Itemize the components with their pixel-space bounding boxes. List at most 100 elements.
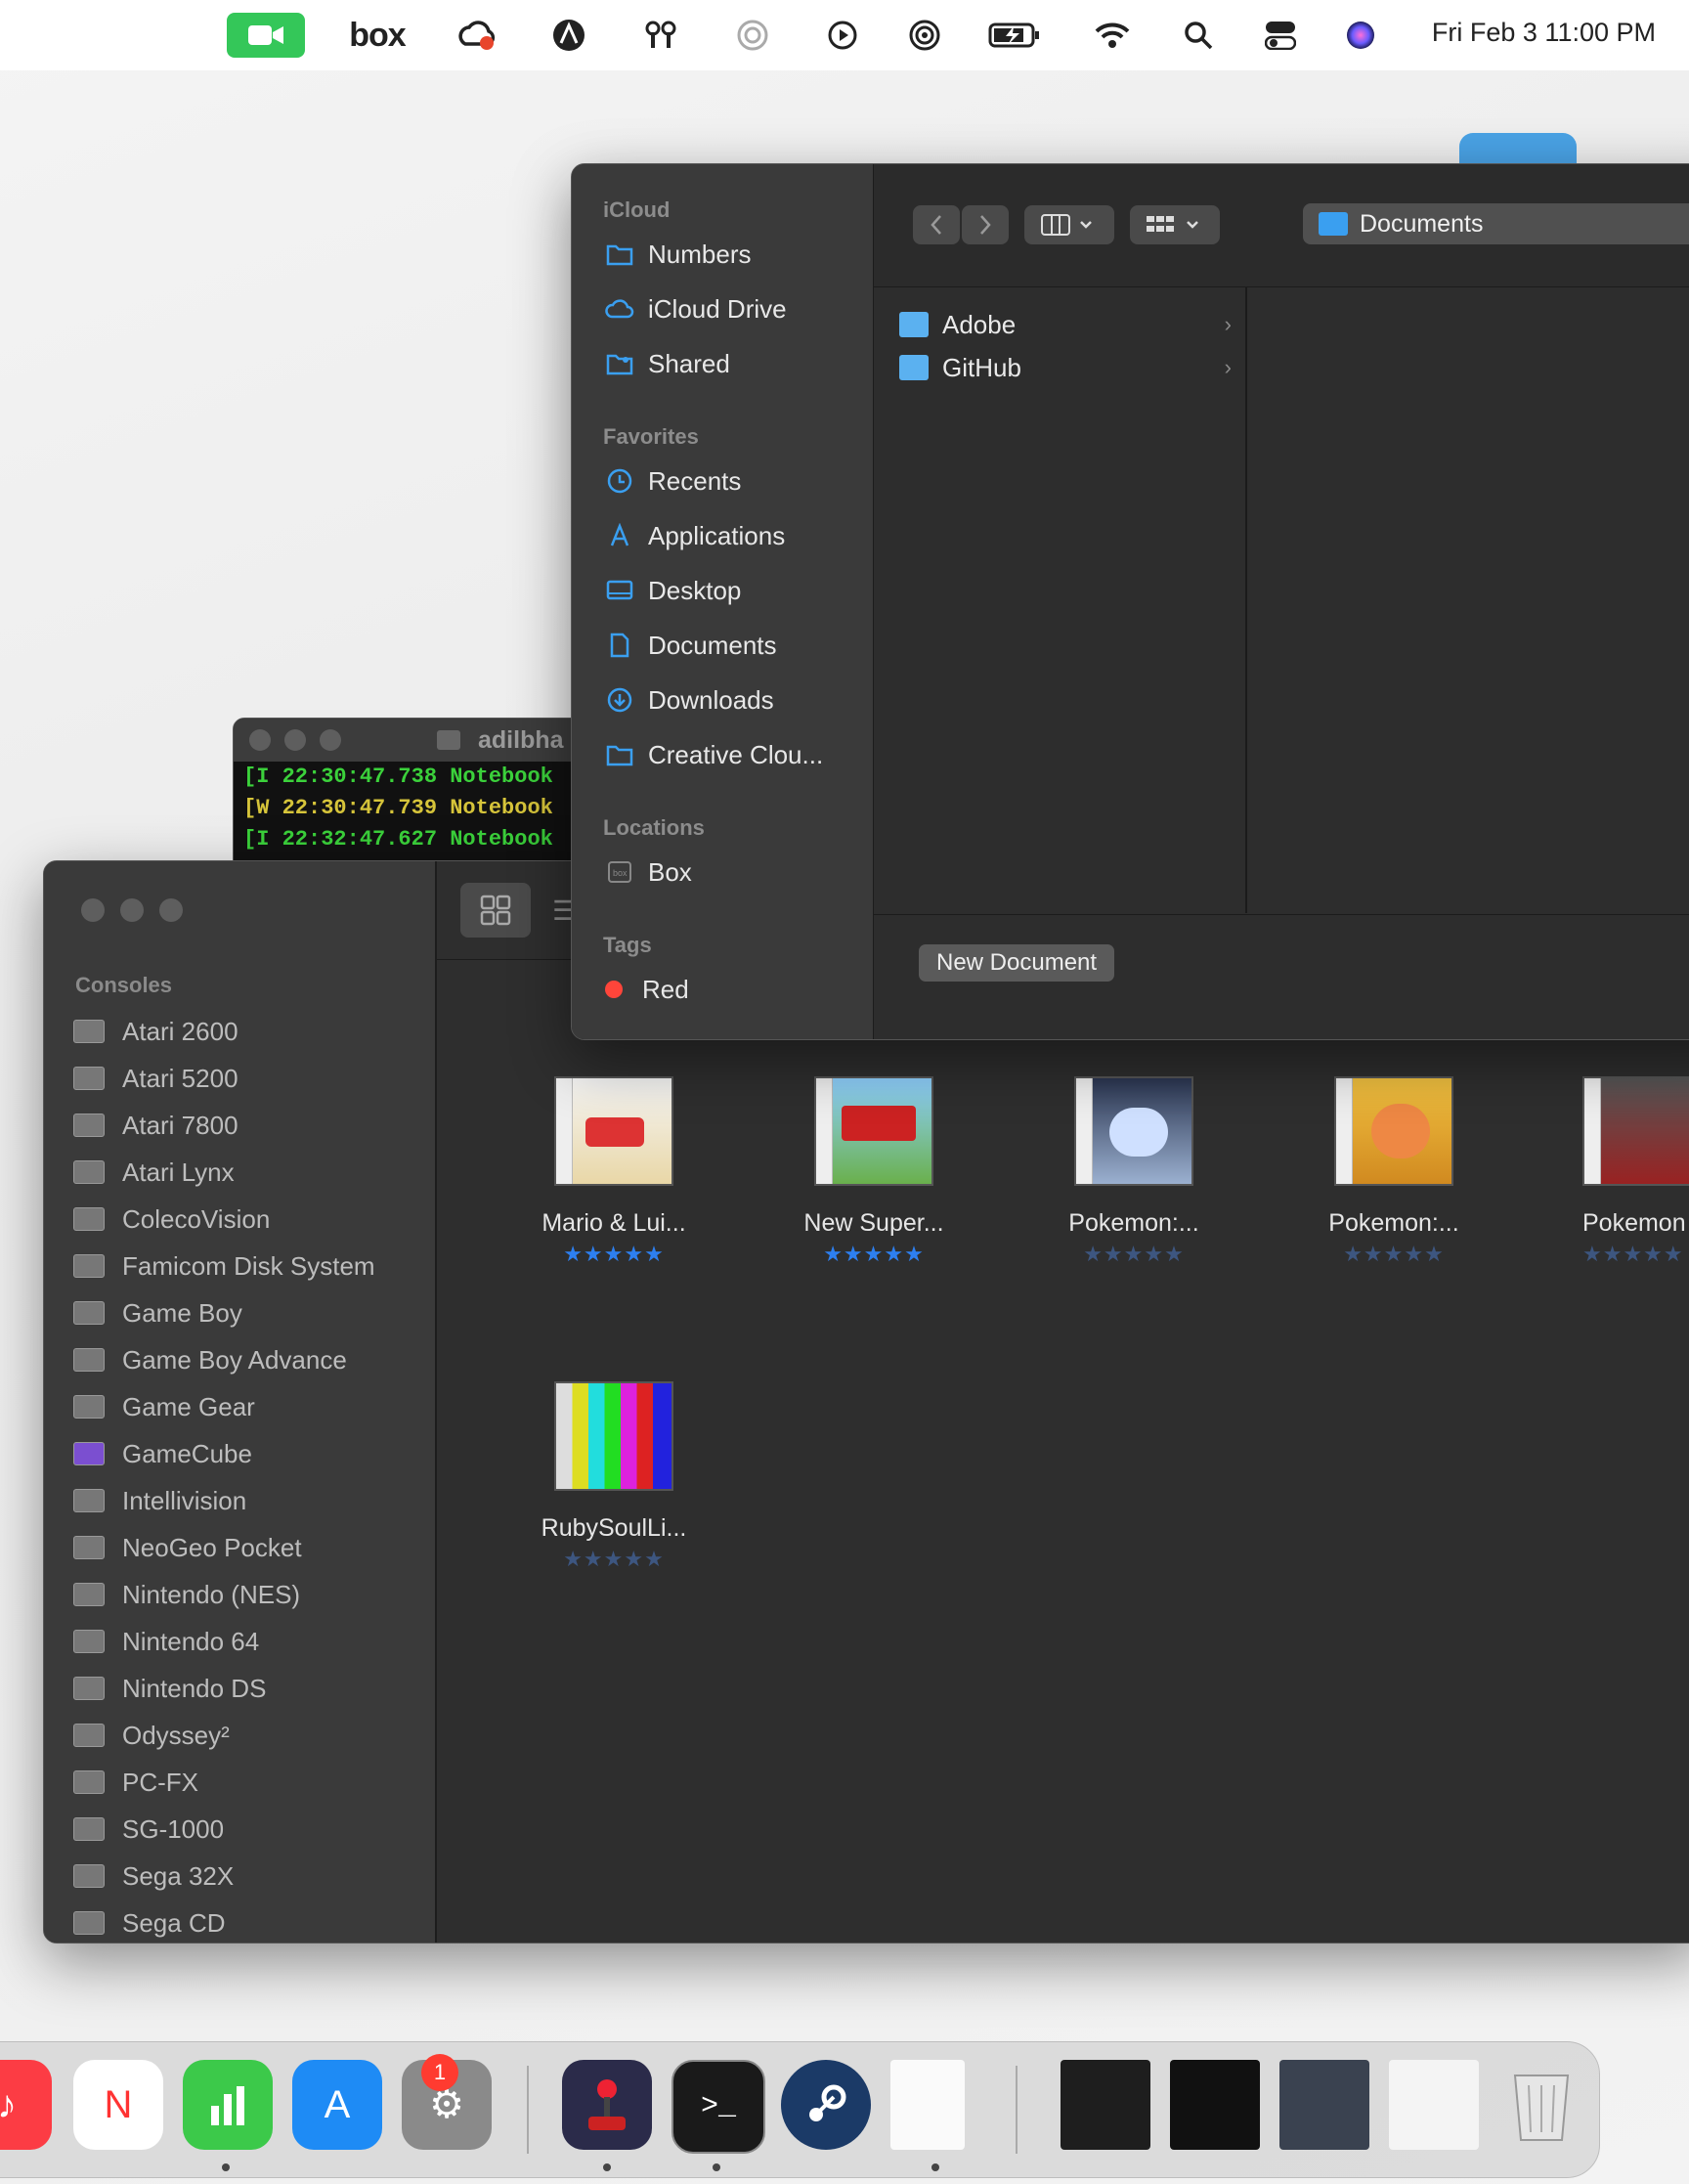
airdrop-icon[interactable] <box>905 16 944 55</box>
sidebar-item-icloud-drive[interactable]: iCloud Drive <box>605 287 787 330</box>
music-icon[interactable]: ♪ <box>0 2060 52 2150</box>
search-icon[interactable] <box>1179 16 1218 55</box>
sidebar-item-recents[interactable]: Recents <box>605 459 741 502</box>
sidebar-item-applications[interactable]: Applications <box>605 514 785 557</box>
close-button[interactable] <box>249 729 271 751</box>
column-view-button[interactable] <box>1024 205 1114 244</box>
star-rating[interactable]: ★★★★★ <box>1296 1242 1492 1267</box>
console-item[interactable]: Intellivision <box>73 1479 246 1522</box>
group-view-button[interactable] <box>1130 205 1220 244</box>
folder-row-github[interactable]: GitHub › <box>899 348 1232 387</box>
game-cover[interactable] <box>814 1076 933 1186</box>
star-rating[interactable]: ★★★★★ <box>516 1547 712 1572</box>
console-item[interactable]: Atari Lynx <box>73 1151 235 1194</box>
console-icon <box>73 1067 105 1090</box>
star-rating[interactable]: ★★★★★ <box>776 1242 972 1267</box>
control-center-icon[interactable] <box>1261 16 1300 55</box>
game-tile[interactable]: Pokemon ★★★★★ <box>1582 1076 1689 1267</box>
play-icon[interactable] <box>823 16 862 55</box>
game-tile[interactable]: Pokemon:... ★★★★★ <box>1296 1076 1492 1267</box>
siri-icon[interactable] <box>1341 16 1380 55</box>
star-rating[interactable]: ★★★★★ <box>516 1242 712 1267</box>
wifi-icon[interactable] <box>1091 16 1134 55</box>
video-icon[interactable] <box>227 13 305 58</box>
console-icon <box>73 1114 105 1137</box>
app-store-icon[interactable]: A <box>292 2060 382 2150</box>
console-item[interactable]: Atari 7800 <box>73 1104 238 1147</box>
game-cover[interactable] <box>554 1381 673 1491</box>
folder-icon <box>899 355 929 380</box>
game-cover[interactable] <box>554 1076 673 1186</box>
game-cover[interactable] <box>1074 1076 1193 1186</box>
terminal-titlebar[interactable]: adilbha <box>234 719 605 762</box>
console-item[interactable]: Game Gear <box>73 1385 255 1428</box>
folder-row-adobe[interactable]: Adobe › <box>899 305 1232 344</box>
terminal-icon[interactable]: >_ <box>671 2060 765 2154</box>
console-item[interactable]: Nintendo 64 <box>73 1620 259 1663</box>
game-tile[interactable]: New Super... ★★★★★ <box>776 1076 972 1267</box>
window-preview-messages[interactable] <box>1279 2060 1369 2150</box>
close-button[interactable] <box>81 898 105 922</box>
numbers-icon[interactable] <box>183 2060 273 2150</box>
sidebar-item-box[interactable]: box Box <box>605 851 692 894</box>
sidebar-item-downloads[interactable]: Downloads <box>605 678 774 721</box>
terminal-window[interactable]: adilbha [I 22:30:47.738 Notebook [W 22:3… <box>233 718 606 866</box>
console-label: Atari 2600 <box>122 1016 238 1046</box>
document-icon[interactable] <box>890 2060 965 2150</box>
console-item[interactable]: Game Boy <box>73 1291 242 1334</box>
menu-bar-clock[interactable]: Fri Feb 3 11:00 PM <box>1432 18 1656 48</box>
new-document-button[interactable]: New Document <box>919 944 1115 982</box>
moon-icon[interactable] <box>733 16 772 55</box>
antenna-icon[interactable] <box>641 16 680 55</box>
console-item[interactable]: Nintendo (NES) <box>73 1573 300 1616</box>
game-tile[interactable]: Pokemon:... ★★★★★ <box>1036 1076 1232 1267</box>
game-tile[interactable]: Mario & Lui... ★★★★★ <box>516 1076 712 1267</box>
console-item[interactable]: Atari 2600 <box>73 1010 238 1053</box>
window-preview-terminal-chrome[interactable] <box>1170 2060 1260 2150</box>
console-item[interactable]: Odyssey² <box>73 1714 230 1757</box>
forward-button[interactable] <box>962 205 1009 244</box>
console-item[interactable]: Sega CD <box>73 1901 226 1943</box>
console-item[interactable]: ColecoVision <box>73 1198 270 1241</box>
sidebar-item-shared[interactable]: Shared <box>605 342 730 385</box>
sidebar-item-documents[interactable]: Documents <box>605 624 777 667</box>
console-item[interactable]: Game Boy Advance <box>73 1338 347 1381</box>
console-item[interactable]: NeoGeo Pocket <box>73 1526 302 1569</box>
zoom-button[interactable] <box>159 898 183 922</box>
console-item[interactable]: Nintendo DS <box>73 1667 266 1710</box>
finder-window[interactable]: iCloud Numbers iCloud Drive Shared Favor… <box>571 163 1689 1040</box>
console-item[interactable]: Sega 32X <box>73 1855 234 1898</box>
console-item[interactable]: GameCube <box>73 1432 252 1475</box>
zoom-button[interactable] <box>320 729 341 751</box>
back-button[interactable] <box>913 205 960 244</box>
console-item[interactable]: SG-1000 <box>73 1808 224 1851</box>
steam-icon[interactable] <box>781 2060 871 2150</box>
console-item[interactable]: Atari 5200 <box>73 1057 238 1100</box>
battery-icon[interactable] <box>987 16 1042 55</box>
box-icon[interactable]: box <box>348 16 407 55</box>
sidebar-item-desktop[interactable]: Desktop <box>605 569 741 612</box>
sidebar-item-numbers[interactable]: Numbers <box>605 233 751 276</box>
sidebar-item-tag-red[interactable]: Red <box>597 968 689 1011</box>
window-preview-notes[interactable] <box>1061 2060 1150 2150</box>
openemu-icon[interactable] <box>562 2060 652 2150</box>
grid-view-button[interactable] <box>460 883 531 938</box>
trash-icon[interactable] <box>1496 2060 1586 2150</box>
star-rating[interactable]: ★★★★★ <box>1582 1242 1689 1267</box>
console-item[interactable]: Famicom Disk System <box>73 1245 375 1288</box>
console-label: Odyssey² <box>122 1720 230 1750</box>
game-tile[interactable]: RubySoulLi... ★★★★★ <box>516 1381 712 1572</box>
game-cover[interactable] <box>1334 1076 1453 1186</box>
console-item[interactable]: PC-FX <box>73 1761 198 1804</box>
shared-folder-icon <box>605 350 634 377</box>
window-preview-chrome[interactable] <box>1389 2060 1479 2150</box>
star-rating[interactable]: ★★★★★ <box>1036 1242 1232 1267</box>
path-popup[interactable]: Documents <box>1303 203 1689 244</box>
minimize-button[interactable] <box>120 898 144 922</box>
minimize-button[interactable] <box>284 729 306 751</box>
game-cover[interactable] <box>1582 1076 1689 1186</box>
creative-cloud-icon[interactable] <box>455 16 498 55</box>
adobe-icon[interactable] <box>549 16 588 55</box>
sidebar-item-creative-cloud[interactable]: Creative Clou... <box>605 733 823 776</box>
news-icon[interactable]: N <box>73 2060 163 2150</box>
